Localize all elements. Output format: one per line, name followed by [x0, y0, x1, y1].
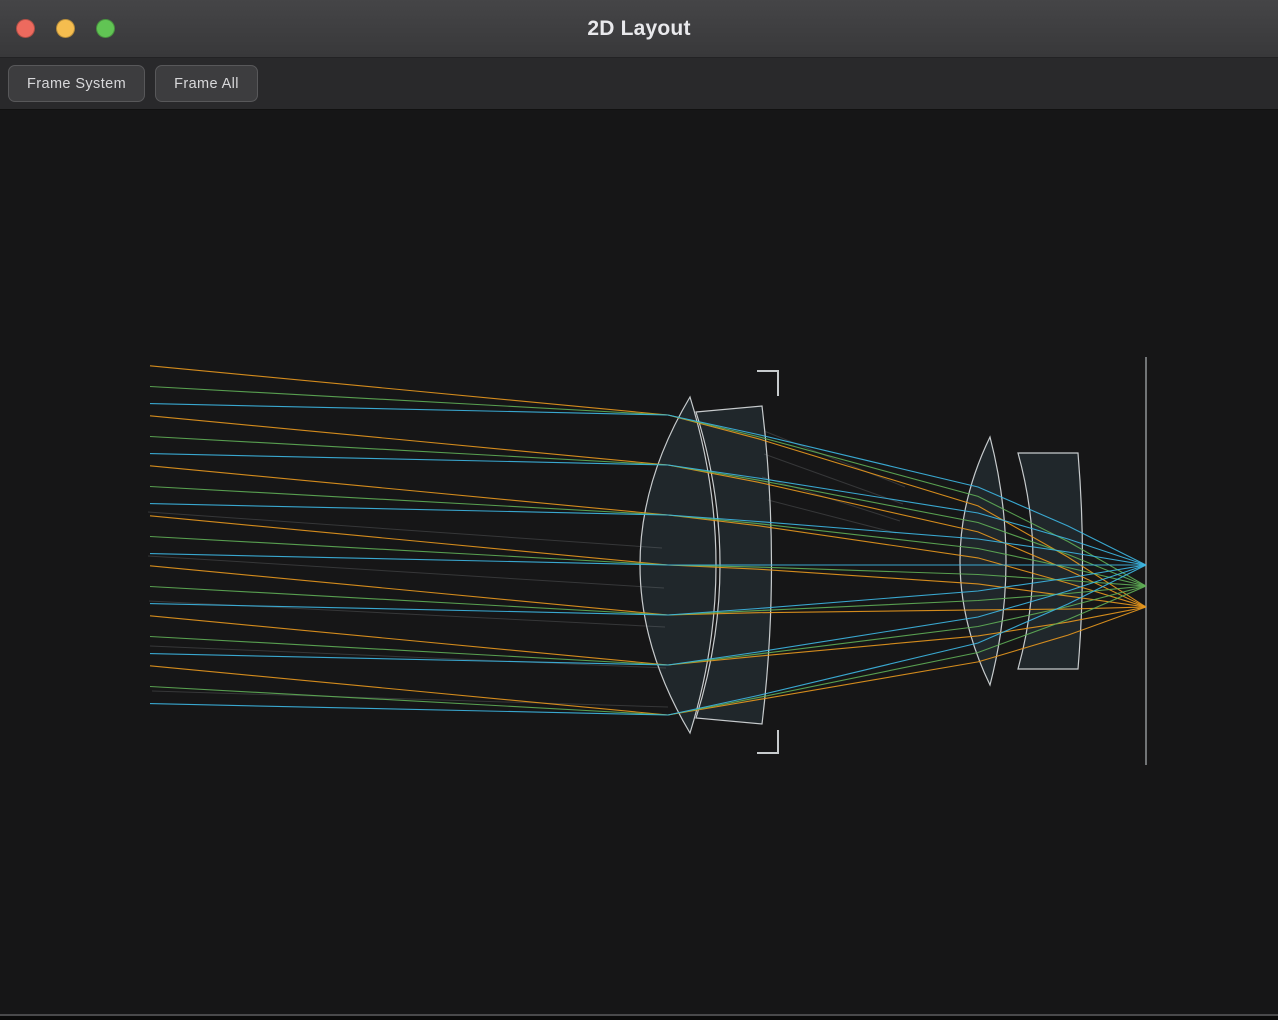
frame-all-button[interactable]: Frame All: [155, 65, 258, 102]
toolbar: Frame System Frame All: [0, 58, 1278, 110]
titlebar: 2D Layout: [0, 0, 1278, 58]
vignetted-ray: [148, 512, 662, 548]
zoom-button[interactable]: [96, 19, 115, 38]
frame-system-button[interactable]: Frame System: [8, 65, 145, 102]
close-button[interactable]: [16, 19, 35, 38]
stop-bracket-bottom: [757, 730, 778, 753]
window-title: 2D Layout: [587, 17, 690, 41]
vignetted-ray: [768, 500, 896, 533]
minimize-button[interactable]: [56, 19, 75, 38]
optical-layout-svg: [0, 110, 1278, 1014]
traffic-lights: [16, 0, 115, 57]
window-bottom-edge: [0, 1014, 1278, 1020]
vignetted-ray: [764, 431, 905, 487]
app-window: 2D Layout Frame System Frame All: [0, 0, 1278, 1020]
rear-group-element-2: [1018, 453, 1083, 669]
layout-canvas[interactable]: [0, 110, 1278, 1014]
stop-bracket-top: [757, 371, 778, 396]
vignetted-ray: [152, 691, 668, 707]
rear-group-element-1: [960, 437, 1006, 685]
